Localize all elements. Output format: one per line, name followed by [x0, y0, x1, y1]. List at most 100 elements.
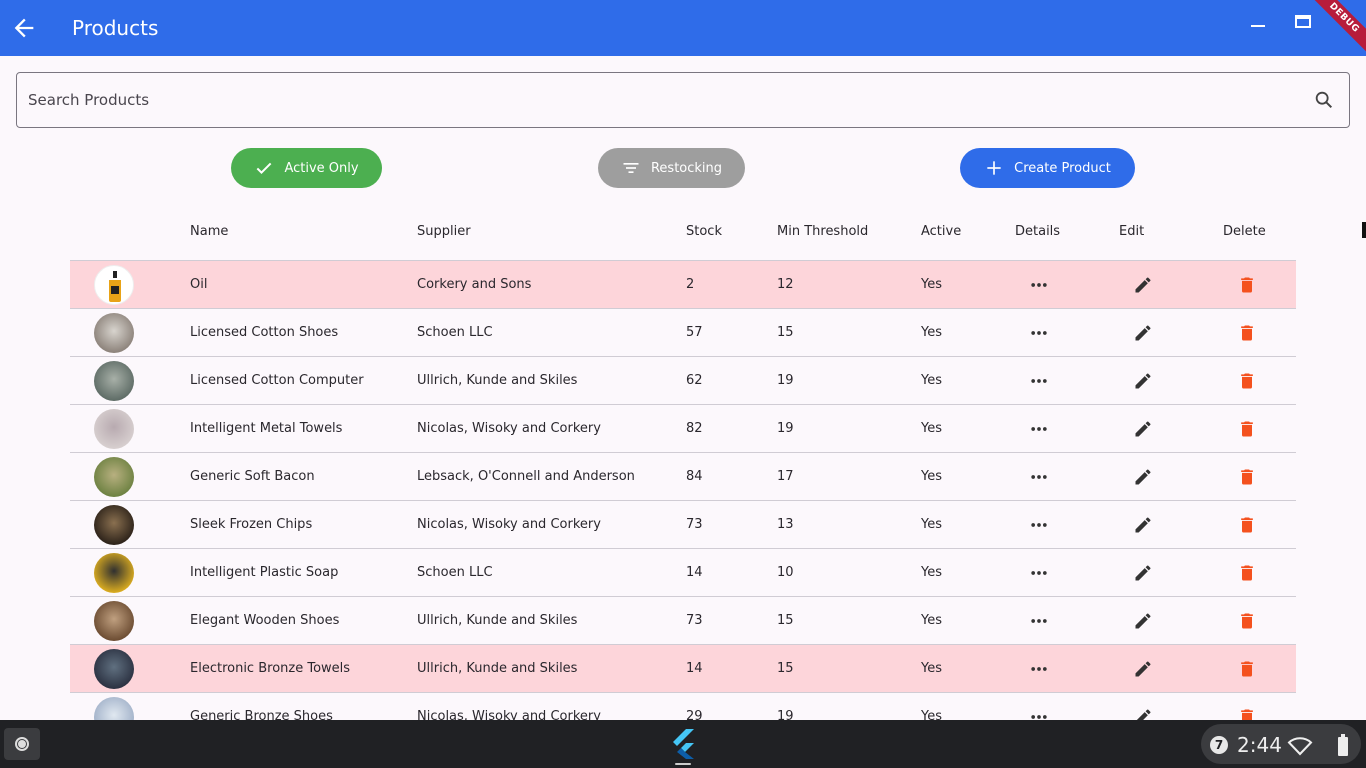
product-avatar	[94, 697, 134, 720]
active-only-button[interactable]: Active Only	[231, 148, 382, 188]
active-value: Yes	[921, 613, 942, 628]
column-header-name[interactable]: Name	[190, 224, 228, 239]
delete-trash-icon[interactable]	[1237, 563, 1257, 583]
product-name: Licensed Cotton Shoes	[190, 325, 339, 340]
edit-pencil-icon[interactable]	[1133, 707, 1153, 720]
edit-pencil-icon[interactable]	[1133, 659, 1153, 679]
delete-trash-icon[interactable]	[1237, 323, 1257, 343]
clock: 2:44	[1237, 733, 1282, 757]
launcher-button[interactable]	[4, 728, 40, 760]
table-row[interactable]: Oil Corkery and Sons 2 12 Yes	[70, 260, 1296, 308]
supplier-name: Nicolas, Wisoky and Corkery	[417, 421, 601, 436]
battery-icon	[1338, 734, 1348, 756]
stock-value: 14	[686, 565, 703, 580]
product-avatar	[94, 601, 134, 641]
table-row[interactable]: Elegant Wooden Shoes Ullrich, Kunde and S…	[70, 596, 1296, 644]
maximize-icon[interactable]	[1293, 12, 1313, 32]
table-row[interactable]: Licensed Cotton Shoes Schoen LLC 57 15 Yes	[70, 308, 1296, 356]
create-product-button[interactable]: Create Product	[960, 148, 1135, 188]
stock-value: 2	[686, 277, 695, 292]
edit-pencil-icon[interactable]	[1133, 611, 1153, 631]
column-header-stock[interactable]: Stock	[686, 224, 722, 239]
min-threshold-value: 19	[777, 421, 794, 436]
product-avatar	[94, 409, 134, 449]
edit-pencil-icon[interactable]	[1133, 467, 1153, 487]
edit-pencil-icon[interactable]	[1133, 419, 1153, 439]
table-row[interactable]: Licensed Cotton Computer Ullrich, Kunde a…	[70, 356, 1296, 404]
create-product-label: Create Product	[1014, 160, 1111, 176]
min-threshold-value: 19	[777, 709, 794, 720]
edit-pencil-icon[interactable]	[1133, 371, 1153, 391]
more-horiz-icon[interactable]	[1029, 515, 1049, 535]
search-input[interactable]	[28, 73, 1298, 127]
search-icon[interactable]	[1313, 89, 1335, 111]
flutter-app-icon[interactable]	[669, 728, 697, 760]
scrollbar-handle[interactable]	[1362, 222, 1366, 238]
column-header-active[interactable]: Active	[921, 224, 961, 239]
stock-value: 73	[686, 613, 703, 628]
product-avatar	[94, 457, 134, 497]
table-row[interactable]: Generic Bronze Shoes Nicolas, Wisoky and …	[70, 692, 1296, 720]
system-tray[interactable]: 7 2:44	[1201, 724, 1361, 764]
column-header-delete: Delete	[1223, 224, 1266, 239]
delete-trash-icon[interactable]	[1237, 707, 1257, 720]
delete-trash-icon[interactable]	[1237, 611, 1257, 631]
product-name: Oil	[190, 277, 208, 292]
min-threshold-value: 15	[777, 613, 794, 628]
more-horiz-icon[interactable]	[1029, 707, 1049, 720]
notification-badge[interactable]: 7	[1210, 736, 1228, 754]
supplier-name: Nicolas, Wisoky and Corkery	[417, 517, 601, 532]
table-row[interactable]: Electronic Bronze Towels Ullrich, Kunde a…	[70, 644, 1296, 692]
more-horiz-icon[interactable]	[1029, 323, 1049, 343]
min-threshold-value: 15	[777, 661, 794, 676]
delete-trash-icon[interactable]	[1237, 467, 1257, 487]
table-row[interactable]: Generic Soft Bacon Lebsack, O'Connell and…	[70, 452, 1296, 500]
stock-value: 73	[686, 517, 703, 532]
delete-trash-icon[interactable]	[1237, 371, 1257, 391]
launcher-icon	[15, 737, 29, 751]
minimize-icon[interactable]	[1248, 14, 1268, 34]
product-avatar	[94, 649, 134, 689]
more-horiz-icon[interactable]	[1029, 467, 1049, 487]
active-value: Yes	[921, 565, 942, 580]
more-horiz-icon[interactable]	[1029, 611, 1049, 631]
more-horiz-icon[interactable]	[1029, 419, 1049, 439]
table-row[interactable]: Intelligent Metal Towels Nicolas, Wisoky …	[70, 404, 1296, 452]
delete-trash-icon[interactable]	[1237, 515, 1257, 535]
min-threshold-value: 19	[777, 373, 794, 388]
delete-trash-icon[interactable]	[1237, 659, 1257, 679]
edit-pencil-icon[interactable]	[1133, 275, 1153, 295]
product-name: Elegant Wooden Shoes	[190, 613, 340, 628]
more-horiz-icon[interactable]	[1029, 275, 1049, 295]
product-name: Sleek Frozen Chips	[190, 517, 313, 532]
search-box	[16, 72, 1350, 128]
min-threshold-value: 13	[777, 517, 794, 532]
edit-pencil-icon[interactable]	[1133, 323, 1153, 343]
page-title: Products	[72, 16, 159, 40]
product-name: Generic Bronze Shoes	[190, 709, 333, 720]
back-arrow-icon[interactable]	[10, 14, 38, 42]
column-header-details: Details	[1015, 224, 1061, 239]
product-name: Electronic Bronze Towels	[190, 661, 351, 676]
min-threshold-value: 17	[777, 469, 794, 484]
more-horiz-icon[interactable]	[1029, 659, 1049, 679]
stock-value: 29	[686, 709, 703, 720]
restocking-button[interactable]: Restocking	[598, 148, 745, 188]
more-horiz-icon[interactable]	[1029, 371, 1049, 391]
column-header-min-threshold[interactable]: Min Threshold	[777, 224, 868, 239]
product-table-body: Oil Corkery and Sons 2 12 Yes Licensed Cotton…	[70, 260, 1296, 720]
table-row[interactable]: Sleek Frozen Chips Nicolas, Wisoky and Co…	[70, 500, 1296, 548]
column-header-supplier[interactable]: Supplier	[417, 224, 471, 239]
delete-trash-icon[interactable]	[1237, 419, 1257, 439]
edit-pencil-icon[interactable]	[1133, 515, 1153, 535]
supplier-name: Ullrich, Kunde and Skiles	[417, 661, 578, 676]
product-avatar	[94, 361, 134, 401]
more-horiz-icon[interactable]	[1029, 563, 1049, 583]
table-row[interactable]: Intelligent Plastic Soap Schoen LLC 14 10 Ye…	[70, 548, 1296, 596]
product-name: Intelligent Plastic Soap	[190, 565, 339, 580]
active-value: Yes	[921, 709, 942, 720]
plus-icon	[987, 161, 1001, 175]
delete-trash-icon[interactable]	[1237, 275, 1257, 295]
edit-pencil-icon[interactable]	[1133, 563, 1153, 583]
active-value: Yes	[921, 373, 942, 388]
